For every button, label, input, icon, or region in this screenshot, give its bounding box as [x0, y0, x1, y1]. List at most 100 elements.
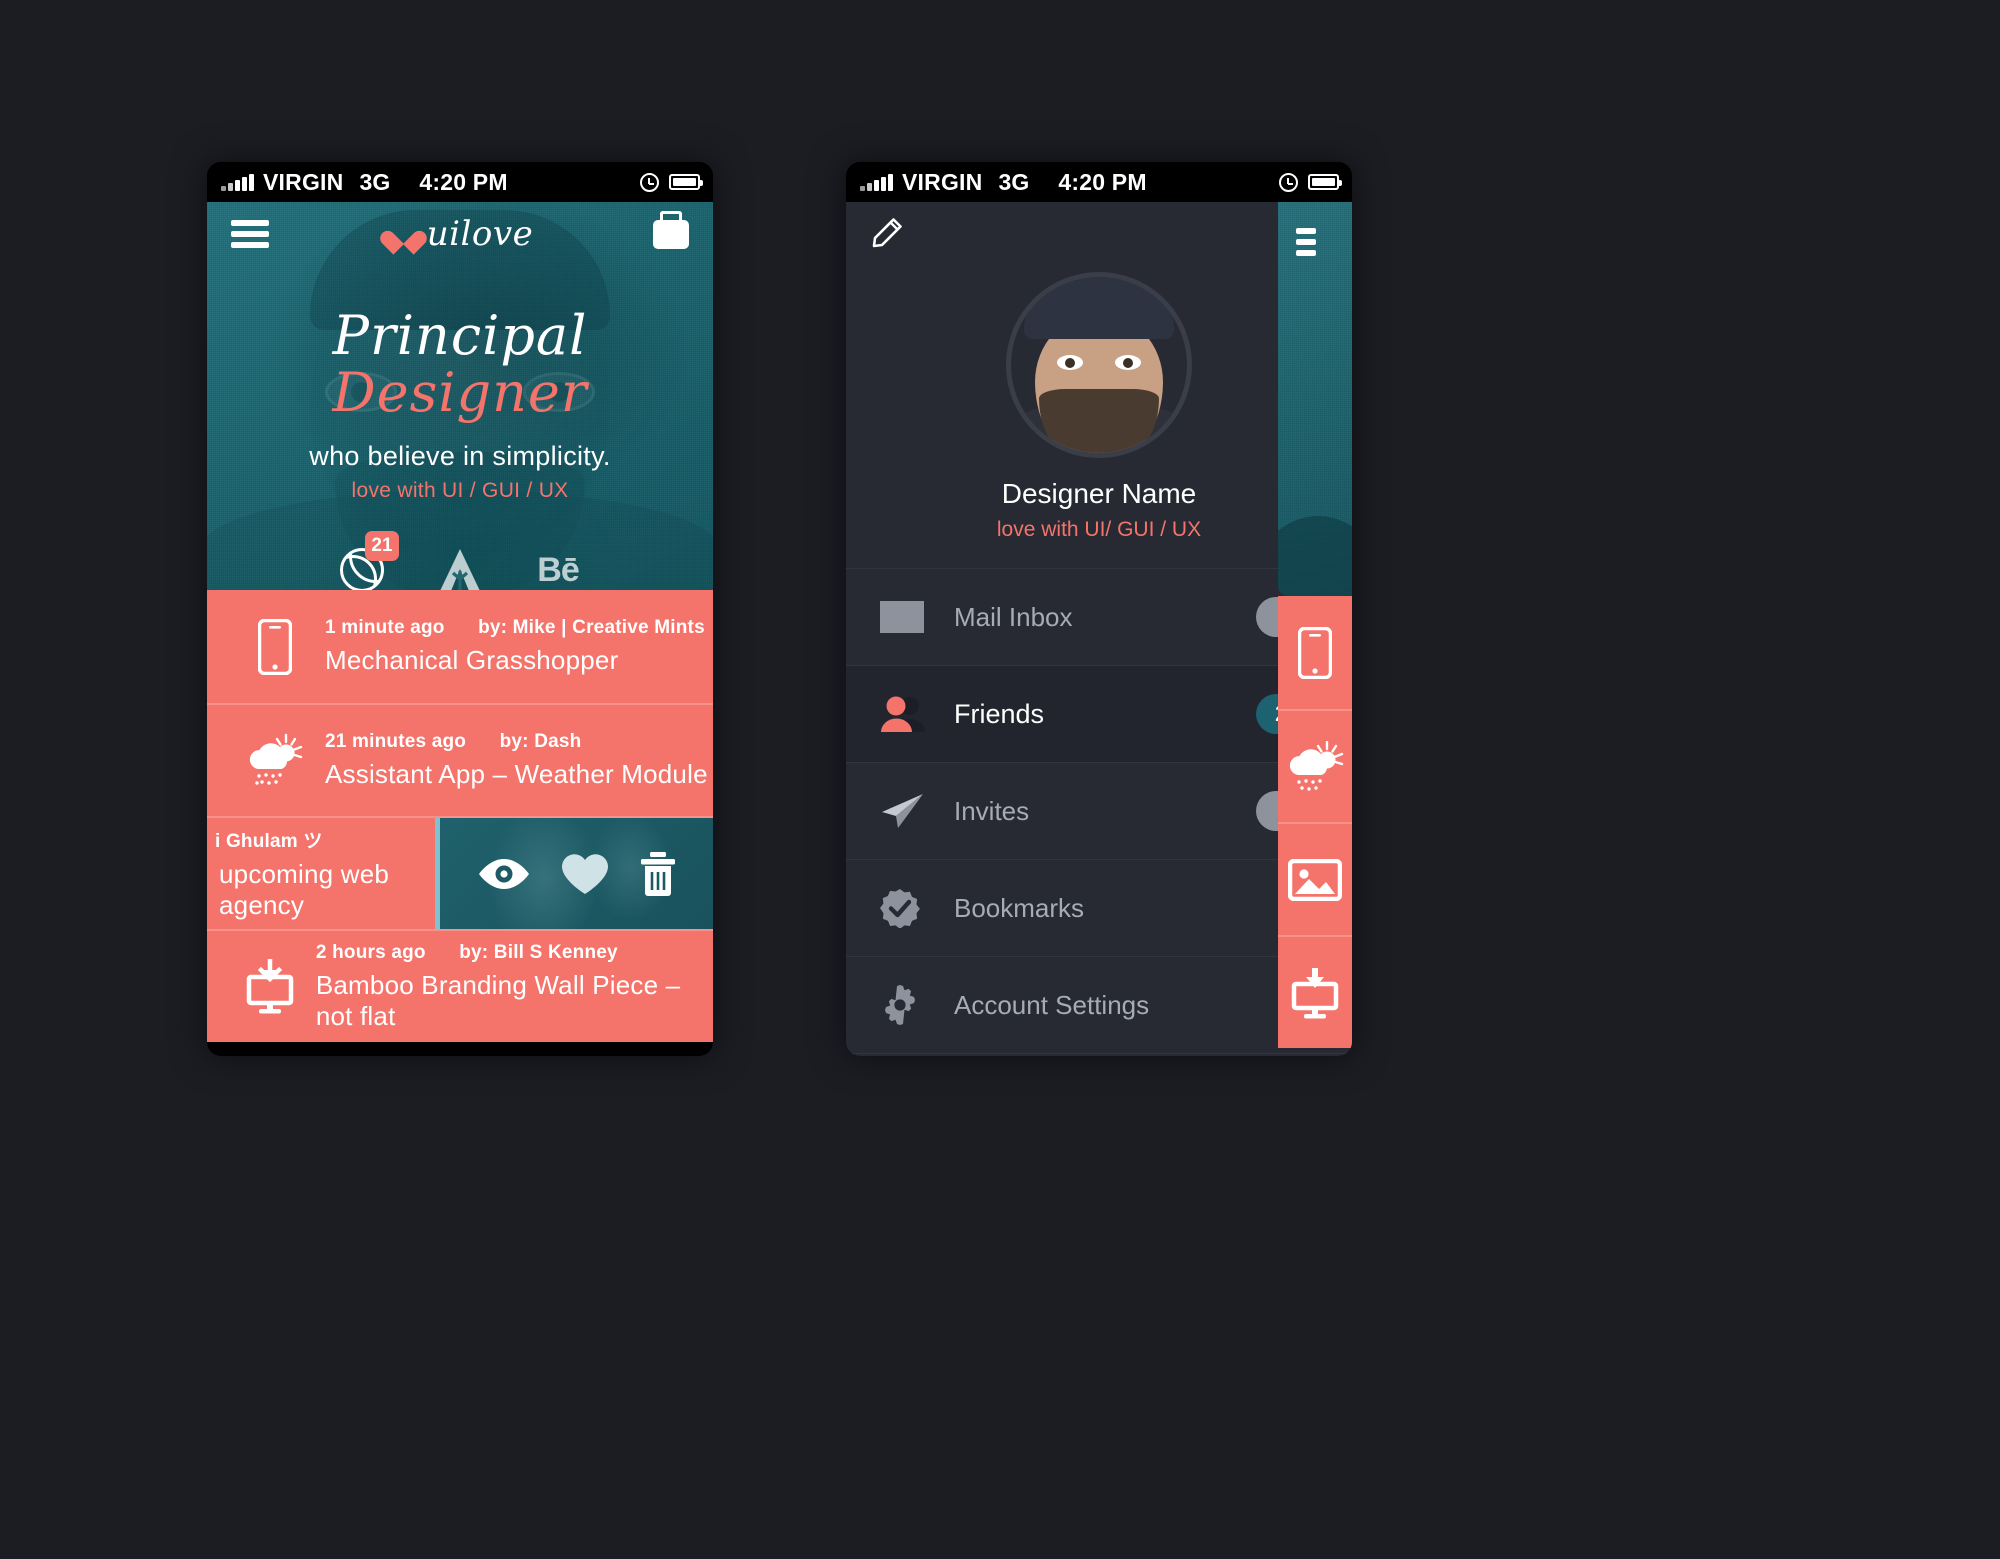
feed-row[interactable]: 1 minute ago by: Mike | Creative Mints M… — [207, 590, 713, 703]
brand-logo: uilove — [389, 214, 533, 254]
forrst-icon[interactable] — [437, 547, 483, 590]
feed-row-meta: 21 minutes ago by: Dash — [325, 731, 581, 752]
mobile-phone-icon — [237, 618, 313, 675]
carrier-label: VIRGIN — [902, 168, 983, 195]
battery-full-icon — [669, 174, 703, 190]
feed-row-time: 21 minutes ago — [325, 731, 467, 752]
edge-item-images[interactable] — [1278, 822, 1352, 935]
paper-plane-icon — [880, 793, 954, 829]
feed-row-author: by: Bill S Kenney — [459, 941, 618, 963]
feed-row-text: i Ghulam ツ upcoming web agency — [207, 826, 431, 921]
carrier-label: VIRGIN — [263, 168, 344, 195]
status-bar-right-group — [1279, 172, 1342, 192]
hero-tagline: love with UI / GUI / UX — [351, 479, 569, 503]
clock-label: 4:20 PM — [419, 168, 508, 195]
status-bar-right-group — [640, 172, 703, 192]
hero-title-primary: Principal — [332, 304, 588, 367]
logout-area — [846, 1054, 1352, 1056]
hero-title-accent: Designer — [332, 360, 588, 424]
feed-row-title: Bamboo Branding Wall Piece – not flat — [315, 969, 681, 1031]
dribbble-badge: 21 — [365, 531, 399, 562]
behance-icon[interactable]: Bē — [535, 547, 581, 590]
weather-cloud-sun-rain-icon — [237, 733, 313, 789]
image-photo-icon — [1288, 858, 1342, 901]
friends-users-icon — [880, 696, 954, 732]
hero-header: uilove Principal Designer who believe in… — [207, 202, 713, 590]
activity-feed: 1 minute ago by: Mike | Creative Mints M… — [207, 590, 713, 1042]
status-bar-left: VIRGIN 3G 4:20 PM — [207, 162, 713, 202]
menu-item-label: Mail Inbox — [954, 601, 1073, 632]
heart-icon[interactable] — [560, 852, 610, 896]
verified-check-icon — [880, 888, 954, 928]
profile-menu-list: Mail Inbox 5 Friends 25 — [846, 568, 1352, 1054]
feed-row-title: upcoming web agency — [219, 859, 390, 920]
hamburger-menu-icon[interactable] — [1278, 202, 1316, 256]
pencil-edit-icon[interactable] — [872, 218, 902, 248]
feed-row-author: i Ghulam ツ — [215, 831, 323, 852]
screenshot-stage: VIRGIN 3G 4:20 PM uilove Principal Desig… — [0, 0, 2000, 1559]
feed-row-swiped[interactable]: i Ghulam ツ upcoming web agency — [207, 816, 713, 929]
weather-cloud-sun-rain-icon — [1286, 740, 1344, 793]
menu-item-invites[interactable]: Invites 1 — [846, 763, 1352, 860]
feed-row-text: 1 minute ago by: Mike | Creative Mints M… — [313, 617, 705, 676]
network-label: 3G — [998, 168, 1030, 195]
hamburger-menu-icon[interactable] — [231, 220, 269, 248]
alarm-clock-icon — [1279, 172, 1298, 192]
battery-full-icon — [1308, 174, 1342, 190]
download-to-desktop-icon — [237, 958, 304, 1015]
feed-row-meta: 1 minute ago by: Mike | Creative Mints — [325, 617, 705, 638]
feed-row-text: 2 hours ago by: Bill S Kenney Bamboo Bra… — [304, 942, 713, 1032]
alarm-clock-icon — [640, 172, 659, 192]
edge-item-mobile[interactable] — [1278, 596, 1352, 709]
eye-icon[interactable] — [477, 857, 531, 891]
edge-item-weather[interactable] — [1278, 709, 1352, 822]
phone-mockup-right: VIRGIN 3G 4:20 PM Designer Name love wit… — [846, 162, 1352, 1056]
screen-left: uilove Principal Designer who believe in… — [207, 202, 713, 1056]
dribbble-icon[interactable]: 21 — [339, 531, 399, 590]
social-links-row: 21 Bē — [207, 531, 713, 590]
user-avatar-photo[interactable] — [1006, 272, 1192, 458]
clock-label: 4:20 PM — [1058, 168, 1147, 195]
status-bar-right: VIRGIN 3G 4:20 PM — [846, 162, 1352, 202]
feed-row-time: 2 hours ago — [315, 941, 426, 963]
hero-subtitle: who believe in simplicity. — [309, 441, 611, 472]
menu-item-friends[interactable]: Friends 25 — [846, 666, 1352, 763]
mail-envelope-icon — [880, 601, 954, 633]
hero-text-block: Principal Designer who believe in simpli… — [207, 307, 713, 503]
swipe-action-panel — [435, 818, 713, 929]
signal-bars-icon — [221, 173, 254, 191]
edge-item-downloads[interactable] — [1278, 935, 1352, 1048]
menu-item-bookmarks[interactable]: Bookmarks — [846, 860, 1352, 957]
network-label: 3G — [359, 168, 391, 195]
feed-row-title: Mechanical Grasshopper — [325, 645, 619, 675]
feed-row[interactable]: 2 hours ago by: Bill S Kenney Bamboo Bra… — [207, 929, 713, 1042]
heart-icon — [389, 221, 417, 247]
edge-panel-header — [1278, 202, 1352, 596]
briefcase-icon[interactable] — [652, 219, 689, 249]
menu-item-label: Friends — [954, 698, 1045, 729]
app-top-bar: uilove — [207, 202, 713, 266]
menu-item-label: Bookmarks — [954, 892, 1085, 923]
profile-tagline: love with UI/ GUI / UX — [996, 518, 1202, 541]
feed-row[interactable]: 21 minutes ago by: Dash Assistant App – … — [207, 703, 713, 816]
brand-name-label: uilove — [426, 214, 534, 254]
feed-row-text: 21 minutes ago by: Dash Assistant App – … — [313, 731, 708, 790]
profile-top-bar — [846, 202, 1352, 264]
screen-right: Designer Name love with UI/ GUI / UX Mai… — [846, 202, 1352, 1056]
profile-block: Designer Name love with UI/ GUI / UX — [846, 264, 1352, 542]
trash-icon[interactable] — [639, 851, 677, 897]
gear-settings-icon — [880, 985, 954, 1025]
menu-item-label: Invites — [954, 795, 1030, 826]
phone-mockup-left: VIRGIN 3G 4:20 PM uilove Principal Desig… — [207, 162, 713, 1056]
feed-row-author: by: Mike | Creative Mints — [478, 617, 705, 638]
menu-item-label: Account Settings — [954, 989, 1150, 1020]
signal-bars-icon — [860, 173, 893, 191]
mobile-phone-icon — [1298, 626, 1332, 679]
feed-row-time: 1 minute ago — [325, 617, 445, 638]
feed-row-meta: 2 hours ago by: Bill S Kenney — [316, 942, 618, 963]
feed-row-title: Assistant App – Weather Module — [325, 759, 708, 789]
edge-side-panel — [1278, 202, 1352, 1056]
menu-item-mail-inbox[interactable]: Mail Inbox 5 — [846, 569, 1352, 666]
menu-item-account-settings[interactable]: Account Settings — [846, 957, 1352, 1054]
profile-name: Designer Name — [1001, 478, 1197, 509]
